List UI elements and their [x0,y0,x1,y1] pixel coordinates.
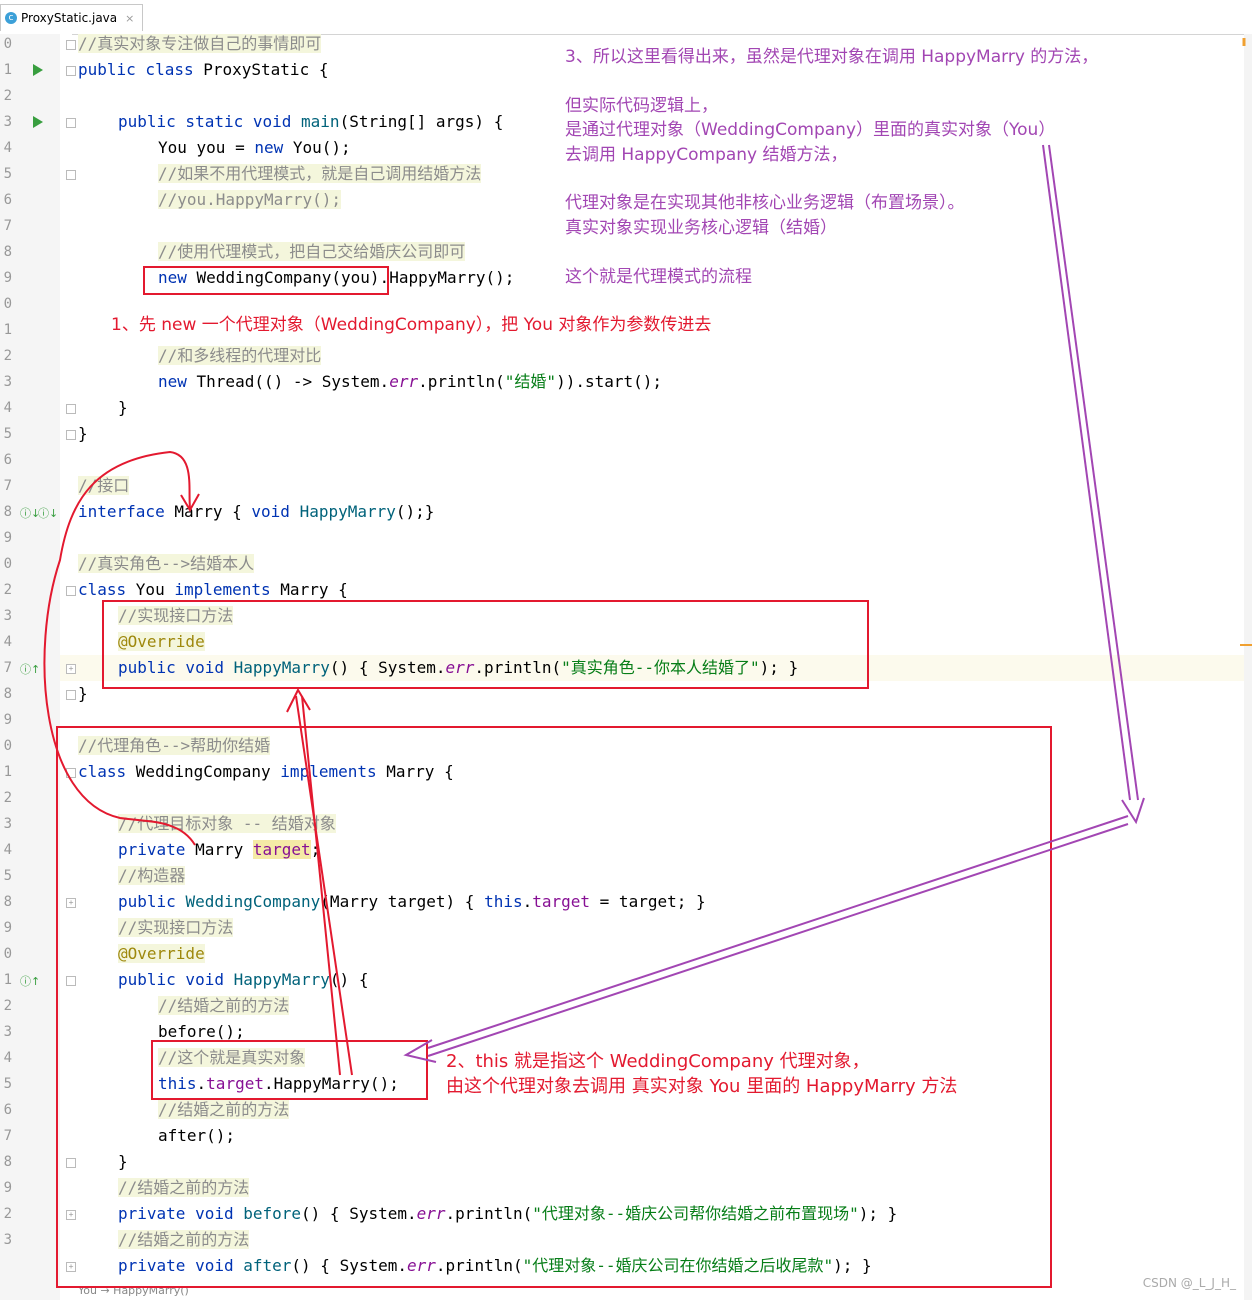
code-text: } [78,424,88,443]
code-line[interactable]: //和多线程的代理对比 [0,343,1244,369]
annotation-note-3a: 3、所以这里看得出来，虽然是代理对象在调用 HappyMarry 的方法， [565,47,1099,67]
highlight-box-weddingcompany [56,726,1052,1288]
comment: //you.HappyMarry(); [158,190,342,209]
code-line[interactable]: } [0,395,1244,421]
method-name: HappyMarry [299,502,396,521]
keyword: new [158,372,197,391]
keyword: public class [78,60,204,79]
annotation-note-3f: 真实对象实现业务核心逻辑（结婚） [565,218,837,238]
method-name: main [301,112,340,131]
annotation-note-2b: 由这个代理对象去调用 真实对象 You 里面的 HappyMarry 方法 [446,1076,958,1097]
annotation-note-3g: 这个就是代理模式的流程 [565,267,752,287]
code-text: (String[] args) { [339,112,504,131]
line-number: 9 [3,530,12,546]
comment: //如果不用代理模式，就是自己调用结婚方法 [158,164,482,183]
code-text: } [78,684,88,703]
line-number: 9 [3,712,12,728]
line-number: 7 [3,218,12,234]
code-text: } [118,398,128,417]
annotation-note-3d: 去调用 HappyCompany 结婚方法， [565,145,848,165]
code-line[interactable]: //使用代理模式，把自己交给婚庆公司即可 [0,239,1244,265]
vertical-scrollbar[interactable] [1244,34,1252,1300]
comment: //和多线程的代理对比 [158,346,322,365]
code-line[interactable]: new Thread(() -> System.err.println("结婚"… [0,369,1244,395]
line-number: 0 [3,296,12,312]
annotation-note-2a: 2、this 就是指这个 WeddingCompany 代理对象， [446,1051,870,1072]
line-number: 2 [3,88,12,104]
code-text: Marry { [280,580,348,599]
code-text: You you = [158,138,255,157]
annotation-note-1: 1、先 new 一个代理对象（WeddingCompany），把 You 对象作… [111,315,712,335]
annotation-note-3c: 是通过代理对象（WeddingCompany）里面的真实对象（You） [565,120,1056,140]
comment: //接口 [78,476,130,495]
highlight-box-you-happymarry [102,600,869,689]
close-icon[interactable]: × [125,12,134,25]
keyword: void [251,502,300,521]
comment: //真实角色-->结婚本人 [78,554,255,573]
line-number: 6 [3,452,12,468]
watermark: CSDN @_L_J_H_ [1142,1276,1236,1290]
line-number: 2 [3,790,12,806]
code-text: Marry { [174,502,252,521]
highlight-box-new-weddingcompany [143,266,389,295]
code-line[interactable]: //真实角色-->结婚本人 [0,551,1244,577]
java-class-icon: c [5,12,17,24]
comment: //真实对象专注做自己的事情即可 [78,34,322,53]
tab-label: ProxyStatic.java [21,11,118,25]
line-number: 1 [3,322,12,338]
code-text: ();} [395,502,435,521]
code-line[interactable]: //接口 [0,473,1244,499]
code-text: .println( [418,372,505,391]
code-text: You(); [292,138,351,157]
tab-proxystatic-java[interactable]: c ProxyStatic.java × [0,4,144,31]
annotation-note-3b: 但实际代码逻辑上， [565,96,718,116]
code-text: )).start(); [556,372,663,391]
code-text: Thread(() -> System. [196,372,390,391]
keyword: class [78,580,136,599]
keyword: public static void [118,112,302,131]
keyword: implements [174,580,281,599]
keyword: interface [78,502,175,521]
editor-tab-bar: c ProxyStatic.java × [0,0,1252,35]
class-name: ProxyStatic { [203,60,329,79]
highlight-box-this-target [151,1040,428,1100]
keyword: new [254,138,293,157]
field-name: err [389,372,419,391]
annotation-note-3e: 代理对象是在实现其他非核心业务逻辑（布置场景）。 [565,193,965,213]
comment: //使用代理模式，把自己交给婚庆公司即可 [158,242,466,261]
class-name: You [135,580,175,599]
string-literal: "结婚" [504,372,557,391]
code-line[interactable]: interface Marry { void HappyMarry();} [0,499,1244,525]
code-line[interactable]: } [0,421,1244,447]
